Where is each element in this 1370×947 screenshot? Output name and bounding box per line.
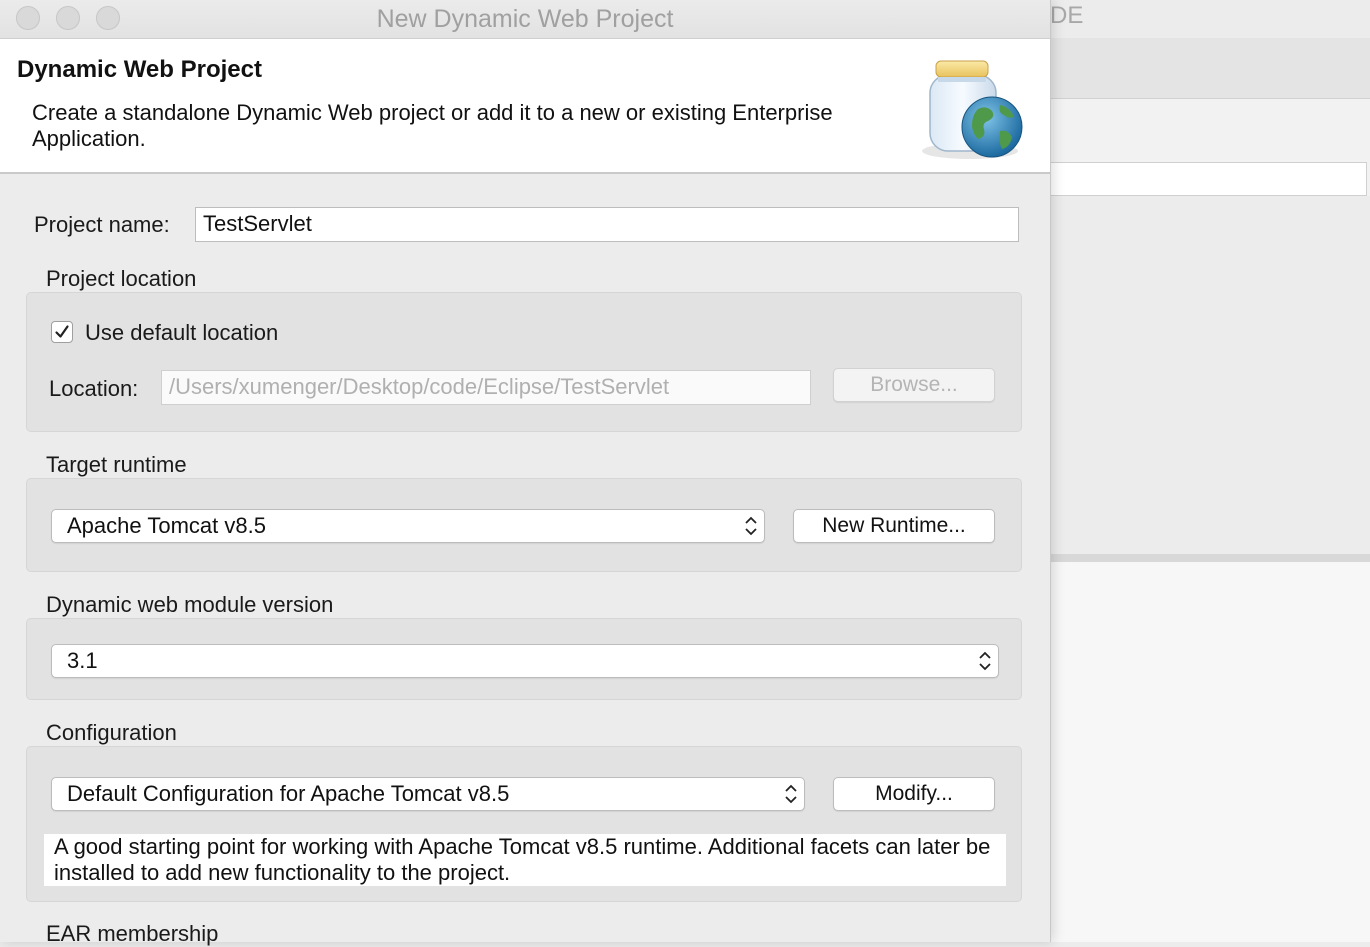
configuration-label: Configuration [46, 720, 177, 745]
module-version-label: Dynamic web module version [46, 592, 334, 617]
module-version-select[interactable]: 3.1 [51, 644, 999, 678]
background-window-content [1050, 196, 1370, 554]
browse-button[interactable]: Browse... [833, 368, 995, 402]
target-runtime-label: Target runtime [46, 452, 187, 477]
checkmark-icon [55, 325, 69, 338]
wizard-page-title: Dynamic Web Project [17, 56, 262, 83]
updown-chevron-icon [745, 516, 757, 536]
configuration-value: Default Configuration for Apache Tomcat … [67, 781, 510, 806]
module-version-group: 3.1 [26, 618, 1022, 700]
project-location-group: Use default location Location: /Users/xu… [26, 292, 1022, 432]
new-project-dialog: New Dynamic Web Project Dynamic Web Proj… [0, 0, 1051, 946]
updown-chevron-icon [979, 651, 991, 671]
use-default-location-label: Use default location [85, 320, 279, 345]
dialog-title: New Dynamic Web Project [376, 5, 674, 33]
wizard-header: Dynamic Web Project Create a standalone … [0, 39, 1050, 174]
location-input[interactable]: /Users/xumenger/Desktop/code/Eclipse/Tes… [161, 370, 811, 405]
project-name-input[interactable]: TestServlet [195, 207, 1019, 242]
configuration-select[interactable]: Default Configuration for Apache Tomcat … [51, 777, 805, 811]
background-window-title: DE [1050, 2, 1084, 29]
new-runtime-button[interactable]: New Runtime... [793, 509, 995, 543]
background-window-lower-area [1050, 562, 1370, 942]
background-window: DE [1050, 0, 1370, 942]
dialog-titlebar: New Dynamic Web Project [0, 0, 1050, 39]
background-window-titlebar: DE [1050, 0, 1370, 38]
jar-globe-icon [922, 60, 1023, 159]
project-name-label: Project name: [34, 212, 170, 237]
project-location-label: Project location [46, 266, 197, 291]
ear-membership-label: EAR membership [46, 921, 219, 946]
background-window-divider [1050, 554, 1370, 562]
wizard-page-description: Create a standalone Dynamic Web project … [32, 100, 833, 151]
configuration-description: A good starting point for working with A… [44, 834, 1006, 886]
target-runtime-value: Apache Tomcat v8.5 [67, 513, 266, 538]
use-default-location-checkbox[interactable] [51, 321, 73, 343]
background-window-header [1050, 38, 1370, 99]
target-runtime-group: Apache Tomcat v8.5 New Runtime... [26, 478, 1022, 572]
updown-chevron-icon [785, 784, 797, 804]
modify-button[interactable]: Modify... [833, 777, 995, 811]
background-window-field [1050, 162, 1367, 196]
location-label: Location: [49, 376, 139, 401]
module-version-value: 3.1 [67, 648, 98, 673]
target-runtime-select[interactable]: Apache Tomcat v8.5 [51, 509, 765, 543]
